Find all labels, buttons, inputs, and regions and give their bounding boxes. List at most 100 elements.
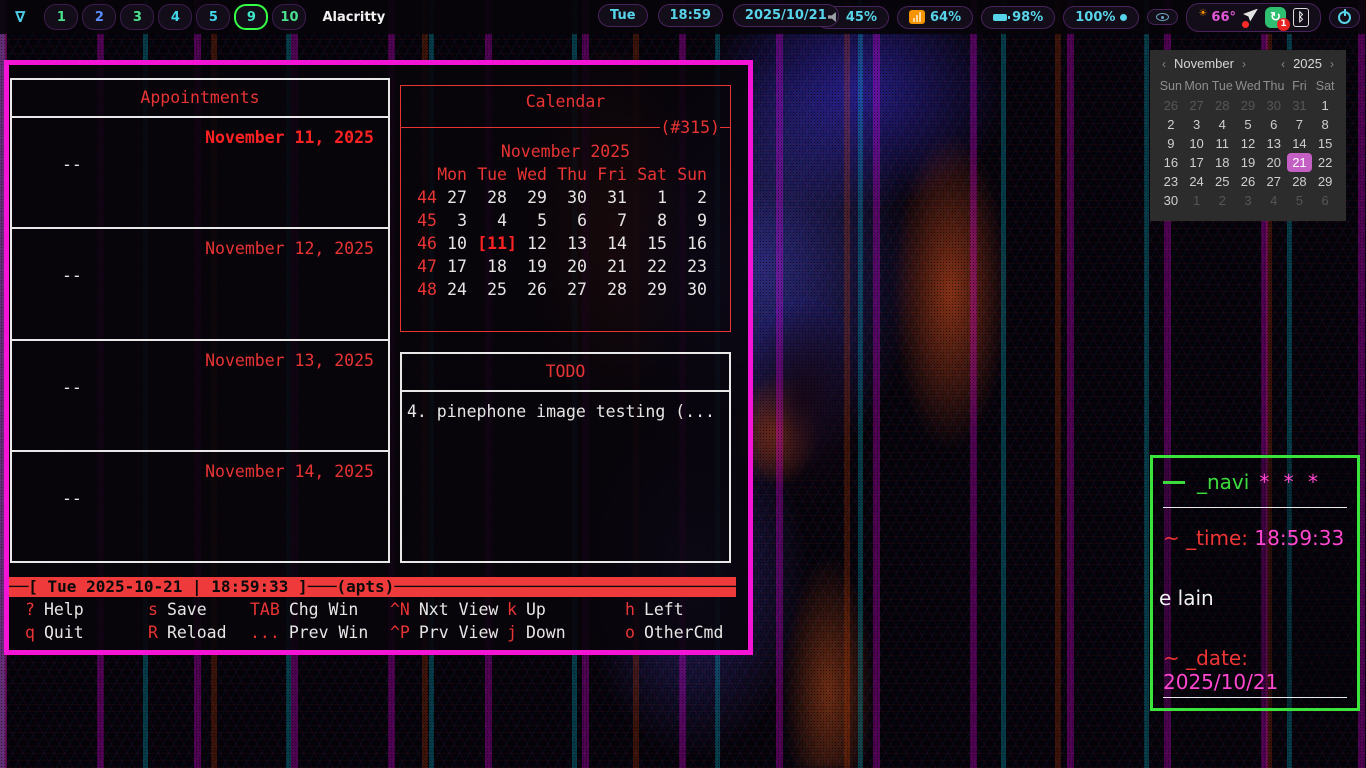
mini-calendar-day[interactable]: 6 (1261, 115, 1287, 134)
mini-calendar-day[interactable]: 24 (1184, 172, 1210, 191)
mini-calendar-day[interactable]: 6 (1312, 191, 1338, 210)
calendar-day[interactable]: 6 (557, 209, 597, 232)
idle-inhibitor-pill[interactable] (1147, 9, 1178, 25)
workspace-button-1[interactable]: 1 (44, 4, 78, 30)
calendar-day[interactable]: 28 (477, 186, 517, 209)
calendar-day[interactable]: 31 (597, 186, 637, 209)
next-month-arrow-icon[interactable]: › (1238, 57, 1250, 71)
mini-calendar-day[interactable]: 5 (1287, 191, 1313, 210)
next-year-arrow-icon[interactable]: › (1326, 57, 1338, 71)
mini-calendar-day[interactable]: 14 (1287, 134, 1313, 153)
calendar-day[interactable]: 28 (597, 278, 637, 301)
sync-app-tray-icon[interactable]: ↻ 1 (1265, 7, 1286, 28)
calendar-day[interactable]: 9 (677, 209, 717, 232)
workspace-button-5[interactable]: 5 (196, 4, 230, 30)
clock-pill[interactable]: 18:59 (658, 4, 723, 27)
calendar-day[interactable]: 29 (517, 186, 557, 209)
battery-pill[interactable]: 98% (981, 6, 1055, 29)
calendar-day[interactable]: 18 (477, 255, 517, 278)
calendar-day[interactable]: 27 (557, 278, 597, 301)
mini-calendar-day[interactable]: 4 (1261, 191, 1287, 210)
mini-calendar-day[interactable]: 26 (1158, 96, 1184, 115)
date-pill[interactable]: 2025/10/21 (733, 4, 839, 27)
mini-calendar-day[interactable]: 3 (1184, 115, 1210, 134)
calendar-day[interactable]: 19 (517, 255, 557, 278)
mini-calendar-day[interactable]: 2 (1158, 115, 1184, 134)
mini-calendar-day[interactable]: 10 (1184, 134, 1210, 153)
calendar-day[interactable]: 7 (597, 209, 637, 232)
mini-calendar-day[interactable]: 17 (1184, 153, 1210, 172)
mini-calendar-day[interactable]: 30 (1158, 191, 1184, 210)
calendar-day[interactable]: 30 (557, 186, 597, 209)
mini-calendar-day[interactable]: 29 (1235, 96, 1261, 115)
calendar-day[interactable]: 23 (677, 255, 717, 278)
calendar-day[interactable]: 16 (677, 232, 717, 255)
calendar-day[interactable]: 27 (437, 186, 477, 209)
mini-calendar-day[interactable]: 12 (1235, 134, 1261, 153)
workspace-button-10[interactable]: 10 (272, 4, 306, 30)
calendar-day[interactable]: 5 (517, 209, 557, 232)
distro-logo-icon[interactable]: ∇ (6, 6, 34, 28)
power-pill[interactable] (1329, 7, 1360, 28)
calendar-day[interactable]: 4 (477, 209, 517, 232)
workspace-button-9[interactable]: 9 (234, 4, 268, 30)
calendar-day[interactable]: 1 (637, 186, 677, 209)
calendar-day[interactable]: 21 (597, 255, 637, 278)
mini-calendar-day[interactable]: 28 (1287, 172, 1313, 191)
mini-calendar-day[interactable]: 15 (1312, 134, 1338, 153)
calendar-day[interactable]: 12 (517, 232, 557, 255)
calendar-day[interactable]: 2 (677, 186, 717, 209)
calendar-day[interactable]: 15 (637, 232, 677, 255)
mini-calendar-day[interactable]: 27 (1184, 96, 1210, 115)
prev-year-arrow-icon[interactable]: ‹ (1277, 57, 1289, 71)
mini-calendar-day[interactable]: 27 (1261, 172, 1287, 191)
calendar-day[interactable]: 3 (437, 209, 477, 232)
workspace-button-3[interactable]: 3 (120, 4, 154, 30)
mini-calendar-day[interactable]: 23 (1158, 172, 1184, 191)
mini-calendar-day[interactable]: 28 (1209, 96, 1235, 115)
mini-calendar-day[interactable]: 20 (1261, 153, 1287, 172)
mini-calendar-day[interactable]: 11 (1209, 134, 1235, 153)
mini-calendar-day[interactable]: 5 (1235, 115, 1261, 134)
mini-calendar-day[interactable]: 2 (1209, 191, 1235, 210)
bluetooth-tray-icon[interactable]: ᛒ (1293, 8, 1309, 27)
workspace-button-2[interactable]: 2 (82, 4, 116, 30)
calendar-day[interactable]: 8 (637, 209, 677, 232)
mini-calendar-day[interactable]: 9 (1158, 134, 1184, 153)
calendar-day[interactable]: 17 (437, 255, 477, 278)
mini-calendar-day[interactable]: 19 (1235, 153, 1261, 172)
mini-calendar-day[interactable]: 21 (1287, 153, 1313, 172)
mini-calendar-day[interactable]: 18 (1209, 153, 1235, 172)
mini-calendar-day[interactable]: 3 (1235, 191, 1261, 210)
mini-calendar-day[interactable]: 26 (1235, 172, 1261, 191)
calcurse-terminal-window[interactable]: Appointments November 11, 2025--November… (4, 60, 753, 655)
calendar-day[interactable]: 22 (637, 255, 677, 278)
network-pill[interactable]: 64% (897, 6, 973, 29)
calendar-day[interactable]: 10 (437, 232, 477, 255)
mini-calendar-day[interactable]: 25 (1209, 172, 1235, 191)
mini-calendar-day[interactable]: 8 (1312, 115, 1338, 134)
mini-calendar-day[interactable]: 22 (1312, 153, 1338, 172)
calendar-day[interactable]: 25 (477, 278, 517, 301)
mini-calendar-day[interactable]: 16 (1158, 153, 1184, 172)
prev-month-arrow-icon[interactable]: ‹ (1158, 57, 1170, 71)
calendar-day[interactable]: 24 (437, 278, 477, 301)
calendar-day[interactable]: 20 (557, 255, 597, 278)
workspace-button-4[interactable]: 4 (158, 4, 192, 30)
calendar-day[interactable]: [11] (477, 232, 517, 255)
calendar-day[interactable]: 13 (557, 232, 597, 255)
mini-calendar-day[interactable]: 13 (1261, 134, 1287, 153)
mini-calendar-day[interactable]: 1 (1184, 191, 1210, 210)
mini-calendar-day[interactable]: 4 (1209, 115, 1235, 134)
mini-calendar-day[interactable]: 31 (1287, 96, 1313, 115)
mini-calendar-day[interactable]: 1 (1312, 96, 1338, 115)
calendar-day[interactable]: 14 (597, 232, 637, 255)
brightness-pill[interactable]: 100% (1063, 6, 1139, 29)
telegram-tray-icon[interactable] (1243, 9, 1258, 26)
mini-calendar-day[interactable]: 7 (1287, 115, 1313, 134)
calendar-day[interactable]: 29 (637, 278, 677, 301)
calendar-day[interactable]: 26 (517, 278, 557, 301)
weather-temperature[interactable]: 66° (1211, 10, 1236, 25)
mini-calendar-day[interactable]: 30 (1261, 96, 1287, 115)
mini-calendar-day[interactable]: 29 (1312, 172, 1338, 191)
